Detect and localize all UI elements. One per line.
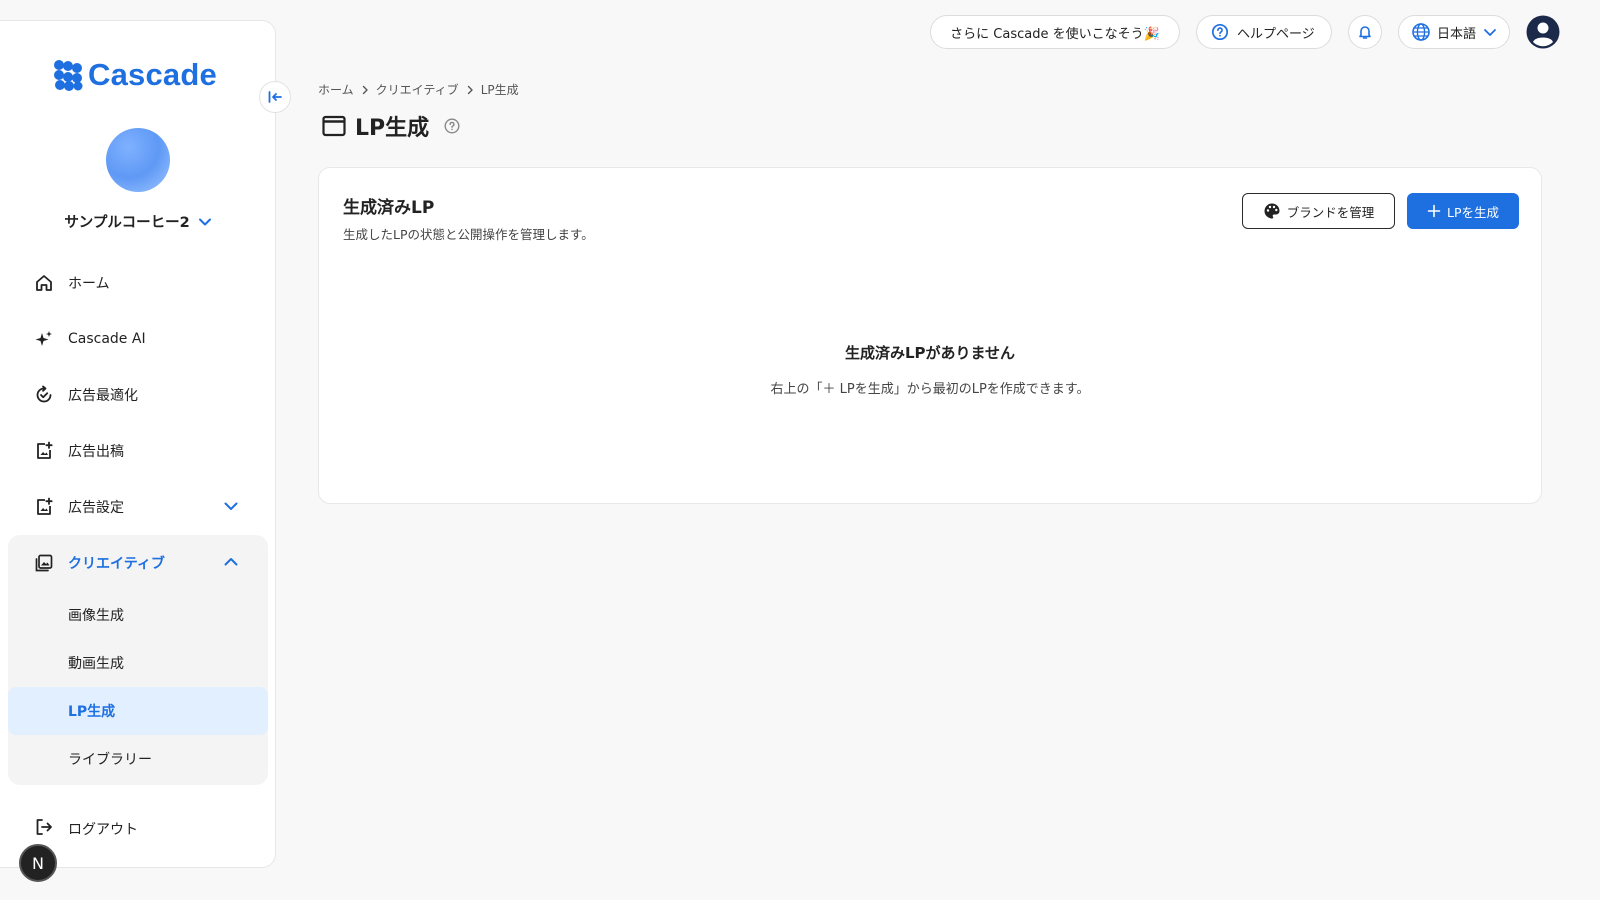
sidebar-item-cascade-ai[interactable]: Cascade AI bbox=[0, 311, 276, 367]
sidebar-item-label: 広告出稿 bbox=[68, 444, 124, 460]
chevron-right-icon bbox=[467, 85, 473, 94]
user-avatar-icon bbox=[1526, 15, 1560, 49]
sidebar-item-ad-optimization[interactable]: 広告最適化 bbox=[0, 367, 276, 423]
sidebar-item-creative[interactable]: クリエイティブ bbox=[8, 535, 268, 591]
help-page-label: ヘルプページ bbox=[1237, 26, 1315, 42]
page-title-text: LP生成 bbox=[355, 116, 430, 141]
page-title: LP生成 bbox=[321, 110, 461, 142]
account-switcher[interactable]: サンプルコーヒー2 bbox=[0, 211, 276, 232]
sidebar-item-label: 広告設定 bbox=[68, 500, 124, 516]
collapse-left-icon bbox=[268, 91, 282, 103]
language-label: 日本語 bbox=[1437, 26, 1477, 42]
sidebar-group-creative: クリエイティブ 画像生成 動画生成 LP生成 ライブラリー bbox=[8, 535, 268, 785]
home-icon bbox=[34, 273, 54, 293]
logo-text: Cascade bbox=[88, 57, 217, 92]
empty-state-title: 生成済みLPがありません bbox=[844, 344, 1016, 362]
sidebar-item-label: 広告最適化 bbox=[68, 388, 138, 404]
chevron-right-icon bbox=[362, 85, 368, 94]
sidebar-nav: ホーム Cascade AI 広告最適化 広告出稿 広告設定 クリエイティブ 画… bbox=[0, 255, 276, 785]
card-subtitle: 生成したLPの状態と公開操作を管理します。 bbox=[343, 227, 594, 242]
palette-icon bbox=[1264, 203, 1280, 219]
breadcrumb: ホーム クリエイティブ LP生成 bbox=[318, 81, 519, 98]
sidebar-item-home[interactable]: ホーム bbox=[0, 255, 276, 311]
logout-label: ログアウト bbox=[68, 822, 138, 838]
logout-button[interactable]: ログアウト bbox=[34, 817, 138, 841]
user-avatar-button[interactable] bbox=[1526, 15, 1560, 49]
sidebar: Cascade サンプルコーヒー2 ホーム Cascade AI 広告最適化 広… bbox=[0, 20, 276, 868]
collapse-sidebar-button[interactable] bbox=[259, 81, 291, 113]
dev-badge[interactable]: N bbox=[19, 844, 57, 882]
gallery-icon bbox=[34, 553, 54, 573]
account-name: サンプルコーヒー2 bbox=[64, 215, 190, 231]
sidebar-item-label: クリエイティブ bbox=[68, 556, 165, 572]
sidebar-subitem-lp-generation[interactable]: LP生成 bbox=[8, 687, 268, 735]
add-image-icon bbox=[34, 441, 54, 461]
plus-icon bbox=[1427, 204, 1441, 218]
chevron-down-icon bbox=[1484, 29, 1496, 36]
logout-icon bbox=[34, 817, 54, 841]
breadcrumb-creative[interactable]: クリエイティブ bbox=[376, 81, 459, 98]
sidebar-item-ad-settings[interactable]: 広告設定 bbox=[0, 479, 276, 535]
logo[interactable]: Cascade bbox=[52, 57, 217, 93]
add-image-icon bbox=[34, 497, 54, 517]
globe-icon bbox=[1412, 23, 1430, 41]
help-circle-icon bbox=[1211, 23, 1229, 41]
card-title: 生成済みLP bbox=[343, 198, 435, 218]
generate-lp-label: LPを生成 bbox=[1446, 204, 1499, 220]
sidebar-item-label: Cascade AI bbox=[68, 331, 146, 347]
chevron-down-icon bbox=[198, 218, 211, 225]
sidebar-item-label: ホーム bbox=[68, 276, 110, 292]
generated-lp-card: 生成済みLP 生成したLPの状態と公開操作を管理します。 ブランドを管理 LPを… bbox=[318, 167, 1542, 504]
notifications-button[interactable] bbox=[1348, 15, 1382, 49]
promo-label: さらに Cascade を使いこなそう🎉 bbox=[950, 26, 1160, 42]
bell-icon bbox=[1359, 26, 1371, 39]
manage-brand-label: ブランドを管理 bbox=[1286, 204, 1375, 220]
breadcrumb-home[interactable]: ホーム bbox=[318, 81, 354, 98]
language-selector[interactable]: 日本語 bbox=[1398, 15, 1510, 49]
sidebar-item-ad-placement[interactable]: 広告出稿 bbox=[0, 423, 276, 479]
sidebar-subitem-library[interactable]: ライブラリー bbox=[8, 735, 268, 783]
sparkle-icon bbox=[34, 329, 54, 349]
help-page-button[interactable]: ヘルプページ bbox=[1196, 15, 1332, 49]
sidebar-subitem-image-generation[interactable]: 画像生成 bbox=[8, 591, 268, 639]
browser-window-icon bbox=[322, 115, 346, 137]
sidebar-subitem-video-generation[interactable]: 動画生成 bbox=[8, 639, 268, 687]
account-avatar bbox=[106, 128, 170, 192]
manage-brand-button[interactable]: ブランドを管理 bbox=[1242, 193, 1395, 229]
optimize-cycle-icon bbox=[34, 385, 54, 405]
help-circle-icon[interactable] bbox=[443, 117, 461, 135]
generate-lp-button[interactable]: LPを生成 bbox=[1407, 193, 1519, 229]
chevron-up-icon[interactable] bbox=[222, 553, 240, 571]
promo-button[interactable]: さらに Cascade を使いこなそう🎉 bbox=[930, 15, 1180, 49]
breadcrumb-current: LP生成 bbox=[480, 83, 519, 97]
empty-state-description: 右上の「＋ LPを生成」から最初のLPを作成できます。 bbox=[770, 382, 1090, 397]
chevron-down-icon[interactable] bbox=[222, 497, 240, 515]
cascade-logo-icon bbox=[54, 60, 83, 91]
